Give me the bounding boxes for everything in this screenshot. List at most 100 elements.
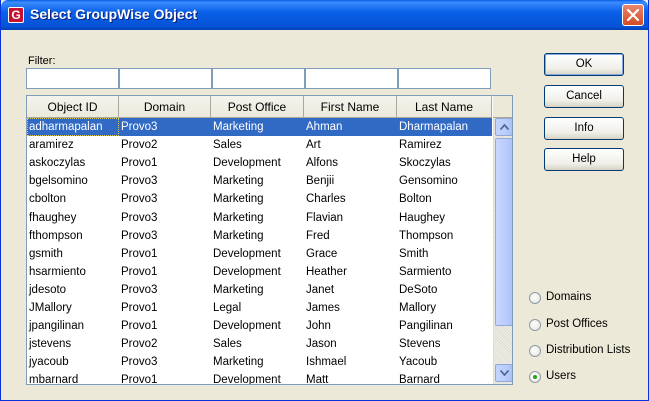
- scroll-down-button[interactable]: [495, 364, 512, 382]
- cell-first-name: Flavian: [306, 211, 344, 224]
- cell-first-name: Jason: [306, 338, 337, 351]
- table-row[interactable]: jstevens Provo2 Sales Jason Stevens: [27, 335, 492, 353]
- cell-last-name: DeSoto: [399, 283, 438, 296]
- cell-object-id: askoczylas: [29, 157, 86, 170]
- cell-domain: Provo1: [121, 247, 158, 260]
- cell-post-office: Development: [213, 265, 281, 278]
- cell-first-name: Ahman: [304, 118, 397, 136]
- cell-object-id: gsmith: [29, 247, 63, 260]
- cell-domain: Provo1: [121, 265, 158, 278]
- cell-last-name: Haughey: [399, 211, 446, 224]
- cell-domain: Provo3: [119, 118, 211, 136]
- header-filler: [493, 96, 512, 118]
- cell-last-name: Skoczylas: [399, 157, 451, 170]
- select-groupwise-object-dialog: G Select GroupWise Object Filter: Object…: [0, 0, 649, 401]
- filter-last-name-field[interactable]: [398, 68, 491, 89]
- ok-button[interactable]: OK: [544, 53, 624, 76]
- cell-object-id: jyacoub: [29, 356, 69, 369]
- cell-post-office: Marketing: [213, 356, 264, 369]
- cell-object-id: fhaughey: [29, 211, 77, 224]
- groupwise-icon: G: [8, 7, 24, 23]
- title-bar[interactable]: G Select GroupWise Object: [1, 0, 648, 30]
- radio-button-icon[interactable]: [529, 345, 541, 357]
- cell-first-name: Ishmael: [306, 356, 347, 369]
- radio-button-icon[interactable]: [529, 371, 541, 383]
- cell-post-office: Development: [213, 320, 281, 333]
- cell-domain: Provo3: [121, 229, 158, 242]
- radio-label: Distribution Lists: [546, 344, 631, 356]
- table-row[interactable]: mbarnard Provo1 Development Matt Barnard: [27, 371, 492, 385]
- cell-object-id: bgelsomino: [29, 175, 88, 188]
- cell-first-name: Benjii: [306, 175, 335, 188]
- table-row[interactable]: fhaughey Provo3 Marketing Flavian Haughey: [27, 209, 492, 227]
- column-header-domain[interactable]: Domain: [119, 96, 211, 118]
- cell-post-office: Sales: [213, 338, 242, 351]
- table-row[interactable]: askoczylas Provo1 Development Alfons Skoczyl…: [27, 154, 492, 172]
- table-row[interactable]: fthompson Provo3 Marketing Fred Thompson: [27, 227, 492, 245]
- cell-object-id: jdesoto: [29, 283, 67, 296]
- cell-domain: Provo1: [121, 157, 158, 170]
- cell-last-name: Ramirez: [399, 139, 442, 152]
- help-button[interactable]: Help: [544, 148, 624, 171]
- cell-domain: Provo3: [121, 356, 158, 369]
- cancel-button[interactable]: Cancel: [544, 85, 624, 108]
- radio-button-icon[interactable]: [529, 319, 541, 331]
- filter-first-name-field[interactable]: [305, 68, 398, 89]
- cell-first-name: Grace: [306, 247, 338, 260]
- cell-first-name: James: [306, 302, 340, 314]
- cell-last-name: Thompson: [399, 229, 454, 242]
- filter-domain-field[interactable]: [119, 68, 212, 89]
- filter-post-office-field[interactable]: [212, 68, 305, 89]
- column-header-object-id[interactable]: Object ID: [27, 96, 119, 118]
- close-button[interactable]: [622, 4, 644, 26]
- table-row[interactable]: jdesoto Provo3 Marketing Janet DeSoto: [27, 281, 492, 299]
- cell-domain: Provo1: [121, 374, 158, 385]
- cell-domain: Provo3: [121, 211, 158, 224]
- info-button[interactable]: Info: [544, 117, 624, 140]
- vertical-scrollbar[interactable]: [493, 118, 512, 384]
- cell-object-id: mbarnard: [29, 374, 79, 385]
- cell-domain: Provo3: [121, 193, 158, 206]
- table-row[interactable]: gsmith Provo1 Development Grace Smith: [27, 245, 492, 263]
- cell-post-office: Marketing: [213, 175, 264, 188]
- scroll-down-arrow-icon: [500, 370, 509, 376]
- scroll-up-button[interactable]: [495, 118, 512, 136]
- radio-button-icon[interactable]: [529, 292, 541, 304]
- cell-last-name: Yacoub: [399, 356, 438, 369]
- cell-domain: Provo2: [121, 338, 158, 351]
- column-header-post-office[interactable]: Post Office: [211, 96, 304, 118]
- filter-label: Filter:: [28, 55, 56, 67]
- column-header-first-name[interactable]: First Name: [304, 96, 397, 118]
- cell-last-name: Dharmapalan: [397, 118, 492, 136]
- cell-post-office: Marketing: [213, 193, 264, 206]
- cell-last-name: Bolton: [399, 193, 432, 206]
- radio-label: Users: [546, 370, 577, 382]
- table-row[interactable]: hsarmiento Provo1 Development Heather Sarmie…: [27, 263, 492, 281]
- cell-post-office: Marketing: [213, 283, 264, 296]
- table-row[interactable]: JMallory Provo1 Legal James Mallory: [27, 299, 492, 317]
- cell-object-id: jpangilinan: [29, 320, 84, 333]
- dialog-title: Select GroupWise Object: [30, 6, 198, 22]
- table-row[interactable]: cbolton Provo3 Marketing Charles Bolton: [27, 190, 492, 208]
- cell-last-name: Stevens: [399, 338, 441, 351]
- table-row[interactable]: jpangilinan Provo1 Development John Pangilin…: [27, 317, 492, 335]
- scroll-thumb[interactable]: [495, 138, 512, 326]
- cell-last-name: Pangilinan: [399, 320, 453, 333]
- cell-first-name: John: [306, 320, 331, 333]
- table-row[interactable]: adharmapalan Provo3 Marketing Ahman Dharmapa…: [27, 118, 492, 136]
- cell-domain: Provo2: [121, 139, 158, 152]
- filter-object-id-field[interactable]: [26, 68, 119, 89]
- table-row[interactable]: aramirez Provo2 Sales Art Ramirez: [27, 136, 492, 154]
- object-table: Object ID Domain Post Office First Name Last…: [26, 95, 513, 385]
- cell-object-id: fthompson: [29, 229, 83, 242]
- column-header-last-name[interactable]: Last Name: [397, 96, 492, 118]
- table-row[interactable]: jyacoub Provo3 Marketing Ishmael Yacoub: [27, 353, 492, 371]
- cell-first-name: Fred: [306, 229, 330, 242]
- cell-domain: Provo3: [121, 175, 158, 188]
- cell-object-id: cbolton: [29, 193, 67, 206]
- table-row[interactable]: bgelsomino Provo3 Marketing Benjii Gensomino: [27, 172, 492, 190]
- cell-last-name: Gensomino: [399, 175, 458, 188]
- cell-last-name: Mallory: [399, 302, 437, 314]
- cell-object-id: jstevens: [29, 338, 72, 351]
- cell-first-name: Alfons: [306, 157, 338, 170]
